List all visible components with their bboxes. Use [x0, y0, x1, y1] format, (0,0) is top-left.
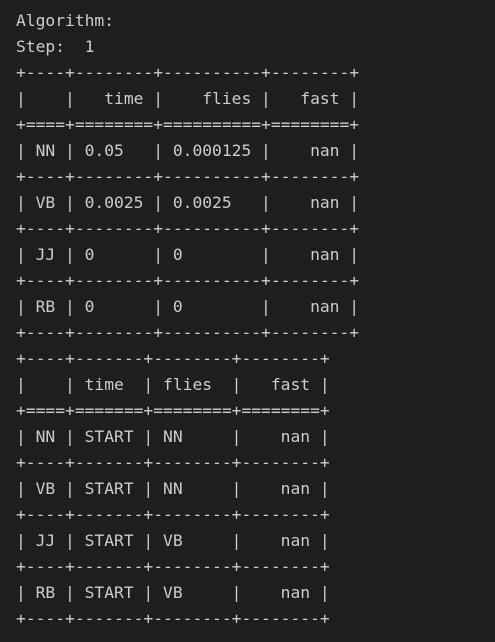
- algorithm-label: Algorithm:: [16, 11, 115, 30]
- terminal-output: Algorithm: Step: 1 +----+--------+------…: [0, 0, 495, 642]
- probability-table: +----+--------+----------+--------+ | | …: [16, 60, 495, 346]
- table-row-separator: +----+-------+--------+--------+: [16, 557, 330, 576]
- table-row: | VB | START | NN | nan |: [16, 479, 330, 498]
- table-row: | NN | START | NN | nan |: [16, 427, 330, 446]
- table-row: | NN | 0.05 | 0.000125 | nan |: [16, 141, 360, 160]
- table-header-separator: +====+=======+========+========+: [16, 401, 330, 420]
- table-row-separator: +----+--------+----------+--------+: [16, 219, 360, 238]
- table-row: | JJ | START | VB | nan |: [16, 531, 330, 550]
- table-border-bottom: +----+--------+----------+--------+: [16, 323, 360, 342]
- table-border-top: +----+-------+--------+--------+: [16, 349, 330, 368]
- backpointer-table: +----+-------+--------+--------+ | | tim…: [16, 346, 495, 632]
- table-row: | JJ | 0 | 0 | nan |: [16, 245, 360, 264]
- table-header-row: | | time | flies | fast |: [16, 89, 360, 108]
- table-border-top: +----+--------+----------+--------+: [16, 63, 360, 82]
- table-header-row: | | time | flies | fast |: [16, 375, 330, 394]
- table-row: | RB | 0 | 0 | nan |: [16, 297, 360, 316]
- table-row-separator: +----+--------+----------+--------+: [16, 271, 360, 290]
- table-row: | RB | START | VB | nan |: [16, 583, 330, 602]
- table-row-separator: +----+-------+--------+--------+: [16, 453, 330, 472]
- table-row-separator: +----+--------+----------+--------+: [16, 167, 360, 186]
- table-row: | VB | 0.0025 | 0.0025 | nan |: [16, 193, 360, 212]
- table-header-separator: +====+========+==========+========+: [16, 115, 360, 134]
- table-border-bottom: +----+-------+--------+--------+: [16, 609, 330, 628]
- table-row-separator: +----+-------+--------+--------+: [16, 505, 330, 524]
- step-line: Step: 1: [16, 37, 95, 56]
